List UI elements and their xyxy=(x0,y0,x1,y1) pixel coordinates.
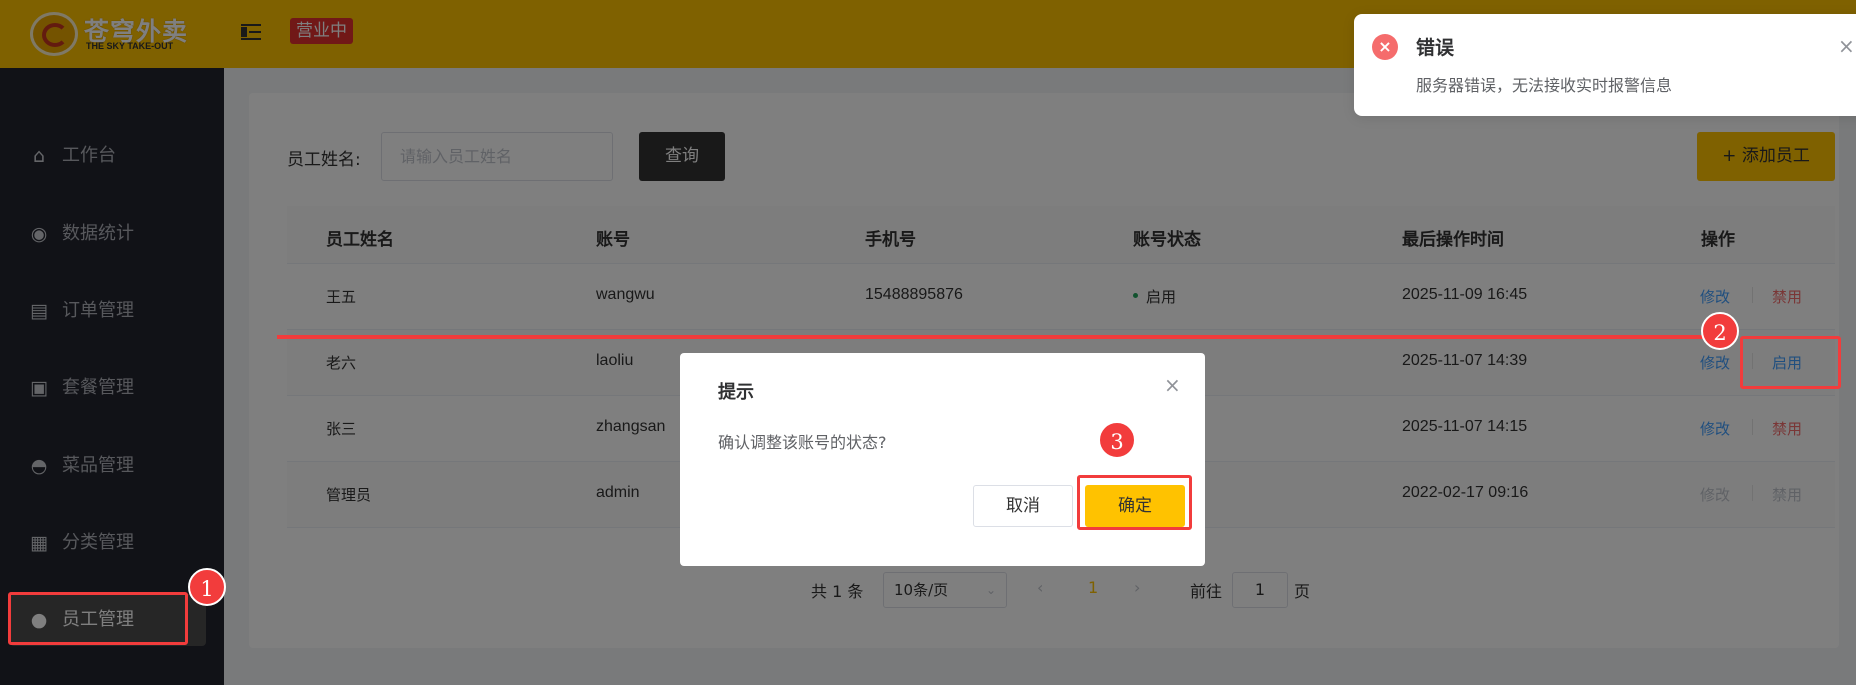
confirm-dialog: 提示 × 确认调整该账号的状态? 取消 确定 xyxy=(680,353,1205,566)
dialog-title: 提示 xyxy=(718,382,754,403)
annotation-box-enable xyxy=(1740,336,1841,389)
close-icon[interactable]: × xyxy=(1838,34,1855,58)
error-icon: × xyxy=(1372,34,1398,60)
annotation-step-3: 3 xyxy=(1098,421,1136,459)
close-icon[interactable]: × xyxy=(1164,373,1181,397)
cancel-button[interactable]: 取消 xyxy=(973,485,1073,527)
error-notification: × 错误 服务器错误，无法接收实时报警信息 × xyxy=(1354,14,1856,116)
dialog-message: 确认调整该账号的状态? xyxy=(718,433,887,452)
annotation-box-confirm xyxy=(1077,475,1192,530)
notification-message: 服务器错误，无法接收实时报警信息 xyxy=(1416,76,1673,95)
notification-title: 错误 xyxy=(1416,37,1455,59)
annotation-row-underline xyxy=(277,335,1707,339)
annotation-step-1: 1 xyxy=(188,568,226,606)
annotation-box-employees xyxy=(8,592,188,645)
annotation-step-2: 2 xyxy=(1701,312,1739,350)
